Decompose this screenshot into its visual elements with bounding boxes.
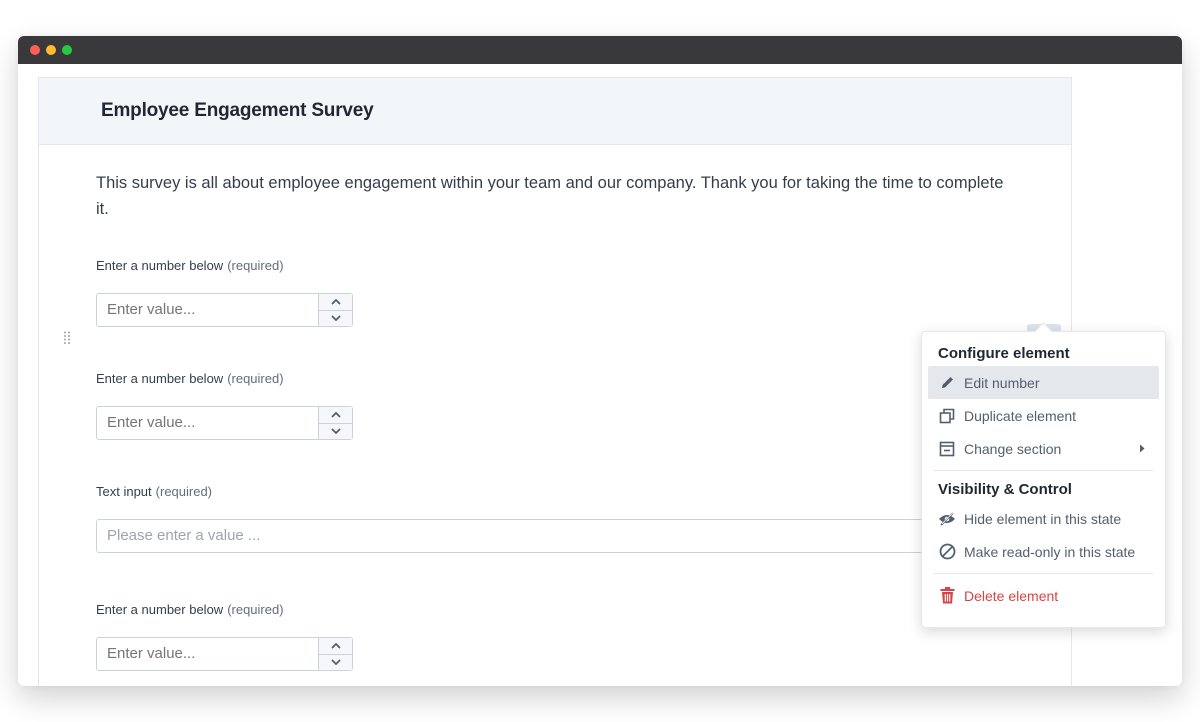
chevron-down-icon [330,428,341,435]
form-field-number-2: Enter a number below (required) [96,371,353,440]
increment-button[interactable] [319,294,352,310]
number-stepper [318,638,352,670]
field-label-text: Text input [96,484,152,499]
chevron-up-icon [330,411,341,418]
trash-icon [938,587,956,605]
field-label: Text input (required) [96,484,212,499]
number-stepper [318,407,352,439]
chevron-up-icon [330,642,341,649]
survey-intro: This survey is all about employee engage… [96,174,1004,218]
menu-item-label: Edit number [964,374,1040,391]
number-input[interactable] [96,293,353,327]
text-input[interactable]: Please enter a value ... [96,519,976,553]
menu-item-make-read-only[interactable]: Make read-only in this state [928,535,1159,568]
maximize-window-button[interactable] [62,45,72,55]
increment-button[interactable] [319,407,352,423]
chevron-down-icon [330,315,341,322]
menu-divider [934,573,1153,574]
number-input[interactable] [96,637,353,671]
menu-item-label: Hide element in this state [964,510,1122,527]
required-marker: (required) [155,484,213,499]
number-input-field[interactable] [97,294,318,326]
number-stepper [318,294,352,326]
decrement-button[interactable] [319,422,352,440]
duplicate-icon [938,407,956,425]
field-label-text: Enter a number below [96,371,224,386]
context-menu: Configure element Edit number Duplicate … [921,331,1166,628]
menu-item-hide-element[interactable]: Hide element in this state [928,502,1159,535]
survey-title: Employee Engagement Survey [101,100,374,121]
decrement-button[interactable] [319,653,352,671]
ban-icon [938,543,956,561]
menu-item-label: Duplicate element [964,407,1077,424]
minimize-window-button[interactable] [46,45,56,55]
survey-panel: Employee Engagement Survey This survey i… [38,77,1072,686]
field-label-text: Enter a number below [96,602,224,617]
window-titlebar [18,36,1182,64]
survey-header: Employee Engagement Survey [39,78,1071,145]
menu-heading-visibility: Visibility & Control [938,481,1072,498]
chevron-up-icon [330,298,341,305]
increment-button[interactable] [319,638,352,654]
pencil-icon [938,374,956,392]
field-label: Enter a number below (required) [96,258,284,273]
number-input[interactable] [96,406,353,440]
decrement-button[interactable] [319,309,352,327]
menu-item-label: Delete element [964,587,1059,604]
form-field-number-1: Enter a number below (required) [96,258,353,327]
caret-right-icon [1140,444,1145,453]
menu-heading-configure: Configure element [938,345,1070,362]
menu-item-duplicate[interactable]: Duplicate element [928,399,1159,432]
menu-item-label: Change section [964,440,1062,457]
menu-item-delete-element[interactable]: Delete element [928,579,1159,612]
menu-item-change-section[interactable]: Change section [928,432,1159,465]
form-field-text: Text input (required) Please enter a valu… [96,484,976,553]
required-marker: (required) [227,258,284,273]
drag-handle-icon[interactable] [63,331,71,345]
field-label-text: Enter a number below [96,258,224,273]
eye-slash-icon [938,510,956,528]
menu-divider [934,470,1153,471]
field-label: Enter a number below (required) [96,371,284,386]
close-window-button[interactable] [30,45,40,55]
menu-item-label: Make read-only in this state [964,543,1136,560]
form-field-number-3: Enter a number below (required) [96,602,353,671]
field-label: Enter a number below (required) [96,602,284,617]
required-marker: (required) [227,371,284,386]
required-marker: (required) [227,602,284,617]
number-input-field[interactable] [97,638,318,670]
section-icon [938,440,956,458]
menu-item-edit-number[interactable]: Edit number [928,366,1159,399]
chevron-down-icon [330,659,341,666]
number-input-field[interactable] [97,407,318,439]
